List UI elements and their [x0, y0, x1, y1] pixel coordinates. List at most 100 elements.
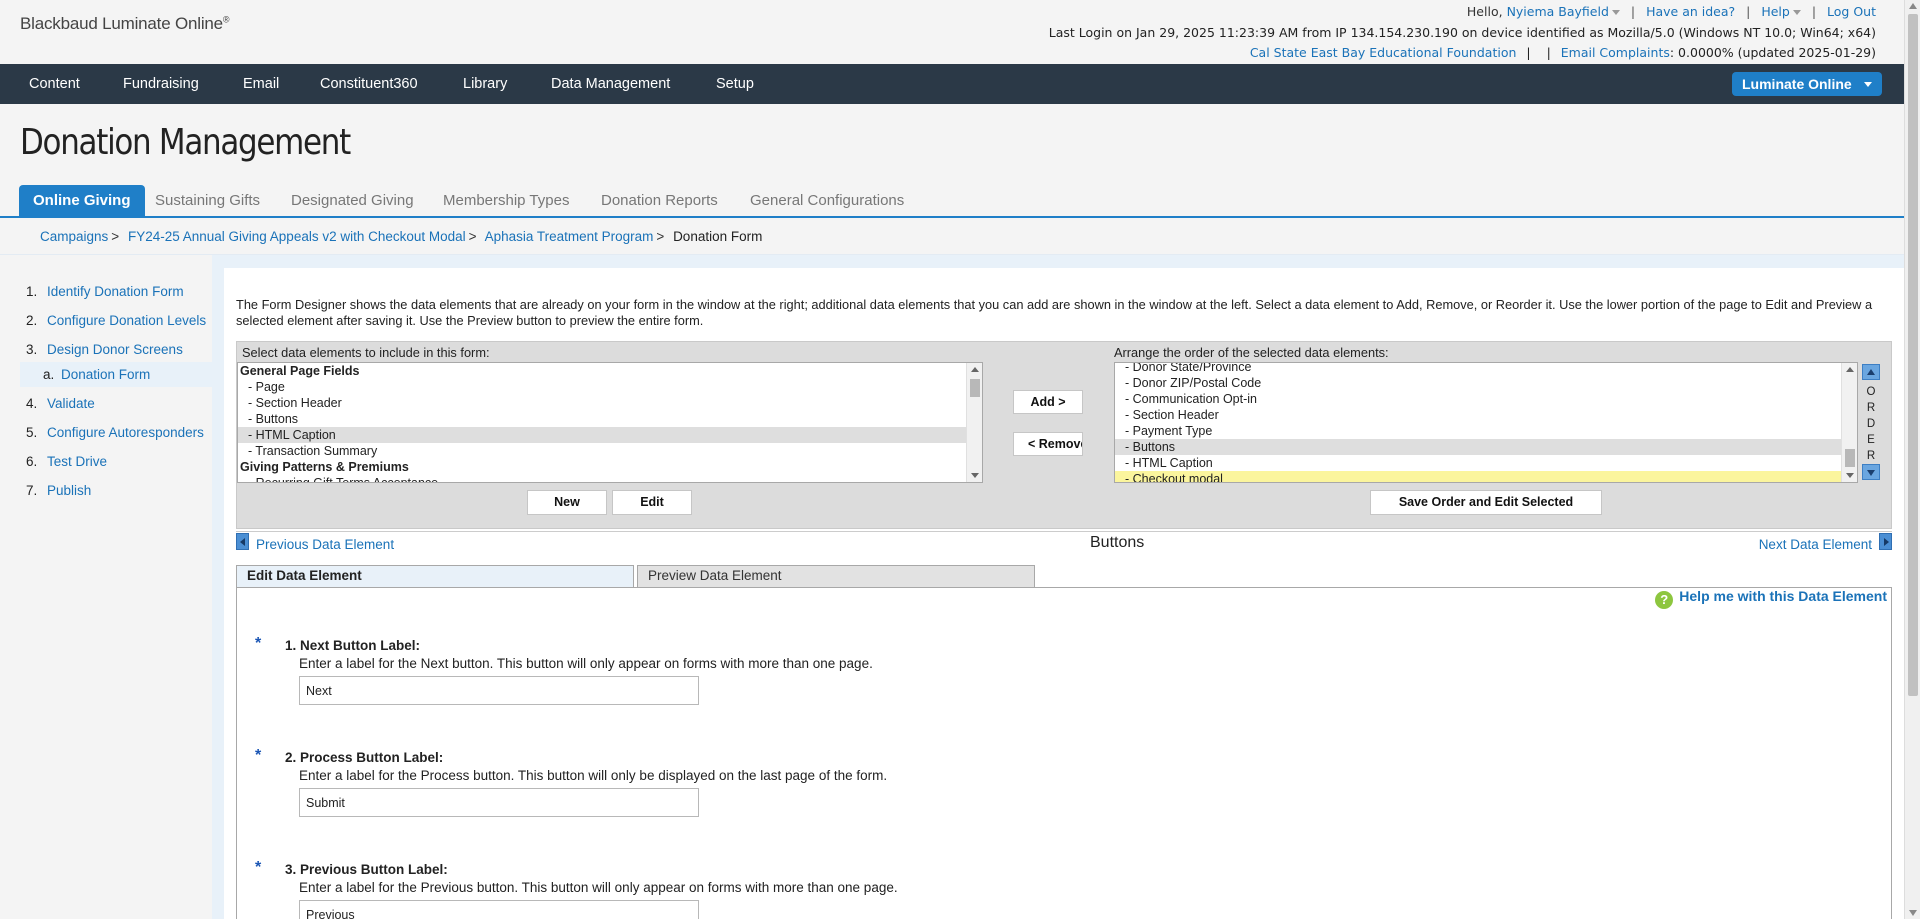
list-item[interactable]: - HTML Caption	[238, 427, 982, 443]
available-elements-list[interactable]: General Page Fields - Page - Section Heade…	[237, 362, 983, 483]
product-switcher-button[interactable]: Luminate Online	[1732, 72, 1882, 96]
page-scrollbar[interactable]	[1904, 0, 1920, 919]
move-down-icon[interactable]	[1862, 464, 1880, 480]
selected-elements-list[interactable]: - Donor State/Province - Donor ZIP/Postal…	[1114, 362, 1858, 483]
previous-element-link[interactable]: Previous Data Element	[256, 537, 394, 552]
nav-item-constituent360[interactable]: Constituent360	[320, 64, 418, 104]
breadcrumb-campaigns[interactable]: Campaigns	[40, 229, 108, 244]
list-item[interactable]: - Donor ZIP/Postal Code	[1115, 375, 1857, 391]
list-item[interactable]: - Section Header	[1115, 407, 1857, 423]
previous-button-label-input[interactable]	[299, 900, 699, 919]
wizard-steps: 1. Identify Donation Form 2. Configure Don…	[26, 284, 212, 512]
scroll-down-icon[interactable]	[1909, 910, 1917, 916]
edit-element-button[interactable]: Edit	[612, 490, 692, 515]
step-test-drive[interactable]: 6. Test Drive	[26, 454, 212, 483]
tab-designated-giving[interactable]: Designated Giving	[291, 185, 414, 216]
app-logo[interactable]: Blackbaud Luminate Online®	[20, 14, 230, 34]
substep-donation-form[interactable]: a. Donation Form	[20, 362, 212, 387]
product-switcher-label: Luminate Online	[1742, 76, 1852, 92]
tab-edit-data-element[interactable]: Edit Data Element	[236, 565, 634, 587]
chevron-down-icon	[1864, 82, 1872, 87]
list-item[interactable]: - Transaction Summary	[238, 443, 982, 459]
list-item[interactable]: - Recurring Gift Terms Acceptance	[238, 475, 982, 482]
edit-element-form: ? Help me with this Data Element * 1. Nex…	[236, 587, 1892, 919]
user-name-link[interactable]: Nyiema Bayfield	[1507, 4, 1609, 19]
list-item[interactable]: - HTML Caption	[1115, 455, 1857, 471]
tab-membership-types[interactable]: Membership Types	[443, 185, 569, 216]
scroll-down-icon[interactable]	[971, 473, 979, 478]
logout-link[interactable]: Log Out	[1827, 4, 1876, 19]
email-complaints-value: : 0.0000% (updated 2025-01-29)	[1669, 45, 1876, 60]
nav-item-content[interactable]: Content	[29, 64, 80, 104]
list-item[interactable]: - Buttons	[238, 411, 982, 427]
scrollbar-thumb[interactable]	[1845, 449, 1855, 467]
step-label: Configure Autoresponders	[47, 425, 204, 440]
org-name-link[interactable]: Cal State East Bay Educational Foundatio…	[1250, 45, 1517, 60]
step-publish[interactable]: 7. Publish	[26, 483, 212, 512]
data-element-nav: Previous Data Element Buttons Next Data …	[236, 531, 1892, 559]
tab-general-configurations[interactable]: General Configurations	[750, 185, 904, 216]
nav-item-library[interactable]: Library	[463, 64, 507, 104]
list-item[interactable]: - Page	[238, 379, 982, 395]
email-complaints-link[interactable]: Email Complaints	[1561, 45, 1670, 60]
list-item[interactable]: Giving Patterns & Premiums	[238, 459, 982, 475]
substep-label: Donation Form	[61, 367, 151, 382]
nav-item-setup[interactable]: Setup	[716, 64, 754, 104]
step-number: 1.	[26, 284, 38, 299]
user-menu-chevron-down-icon[interactable]	[1611, 10, 1620, 15]
last-login-info: Last Login on Jan 29, 2025 11:23:39 AM f…	[1048, 25, 1876, 40]
next-element-link[interactable]: Next Data Element	[1759, 537, 1872, 552]
move-up-icon[interactable]	[1862, 364, 1880, 380]
help-data-element-link[interactable]: ? Help me with this Data Element	[1655, 588, 1887, 609]
breadcrumb: Campaigns > FY24-25 Annual Giving Appeals…	[40, 229, 762, 244]
save-order-button[interactable]: Save Order and Edit Selected	[1370, 490, 1602, 515]
next-button-label-input[interactable]	[299, 676, 699, 705]
nav-item-email[interactable]: Email	[243, 64, 279, 104]
list-item[interactable]: - Checkout modal	[1115, 471, 1857, 482]
step-identify-donation-form[interactable]: 1. Identify Donation Form	[26, 284, 212, 313]
add-element-button[interactable]: Add >	[1013, 390, 1083, 414]
current-element-title: Buttons	[1090, 534, 1145, 551]
step-configure-autoresponders[interactable]: 5. Configure Autoresponders	[26, 425, 212, 454]
previous-arrow-icon[interactable]	[236, 533, 249, 550]
help-link[interactable]: Help	[1761, 4, 1790, 19]
list-item[interactable]: General Page Fields	[238, 363, 982, 379]
tab-sustaining-gifts[interactable]: Sustaining Gifts	[155, 185, 260, 216]
user-links: Hello, Nyiema Bayfield | Have an idea? |…	[1467, 4, 1876, 19]
nav-item-data-management[interactable]: Data Management	[551, 64, 670, 104]
process-button-label-input[interactable]	[299, 788, 699, 817]
remove-element-button[interactable]: < Remove	[1013, 432, 1083, 456]
next-arrow-icon[interactable]	[1879, 533, 1892, 550]
breadcrumb-program[interactable]: Aphasia Treatment Program	[485, 229, 654, 244]
tab-donation-reports[interactable]: Donation Reports	[601, 185, 718, 216]
help-chevron-down-icon[interactable]	[1792, 10, 1801, 15]
step-number: 5.	[26, 425, 38, 440]
list-item[interactable]: - Section Header	[238, 395, 982, 411]
have-idea-link[interactable]: Have an idea?	[1646, 4, 1735, 19]
tab-online-giving[interactable]: Online Giving	[19, 185, 145, 216]
breadcrumb-current: Donation Form	[673, 229, 763, 244]
list-item[interactable]: - Buttons	[1115, 439, 1857, 455]
order-letter: O	[1866, 386, 1876, 398]
scrollbar-thumb[interactable]	[1908, 14, 1918, 696]
scroll-up-icon[interactable]	[971, 367, 979, 372]
scroll-up-icon[interactable]	[1846, 367, 1854, 372]
field-label: 3. Previous Button Label:	[285, 862, 448, 877]
selected-list-scrollbar[interactable]	[1841, 363, 1857, 482]
step-label: Configure Donation Levels	[47, 313, 207, 328]
breadcrumb-campaign[interactable]: FY24-25 Annual Giving Appeals v2 with Ch…	[128, 229, 466, 244]
step-configure-donation-levels[interactable]: 2. Configure Donation Levels	[26, 313, 212, 342]
new-element-button[interactable]: New	[527, 490, 607, 515]
list-item[interactable]: - Payment Type	[1115, 423, 1857, 439]
breadcrumb-separator: >	[111, 229, 120, 244]
substep-number: a.	[43, 367, 55, 382]
list-item[interactable]: - Communication Opt-in	[1115, 391, 1857, 407]
list-item[interactable]: - Donor State/Province	[1115, 363, 1857, 375]
scroll-up-icon[interactable]	[1909, 3, 1917, 9]
scrollbar-thumb[interactable]	[970, 379, 980, 397]
step-validate[interactable]: 4. Validate	[26, 396, 212, 425]
available-list-scrollbar[interactable]	[966, 363, 982, 482]
tab-preview-data-element[interactable]: Preview Data Element	[637, 565, 1035, 587]
scroll-down-icon[interactable]	[1846, 473, 1854, 478]
nav-item-fundraising[interactable]: Fundraising	[123, 64, 199, 104]
